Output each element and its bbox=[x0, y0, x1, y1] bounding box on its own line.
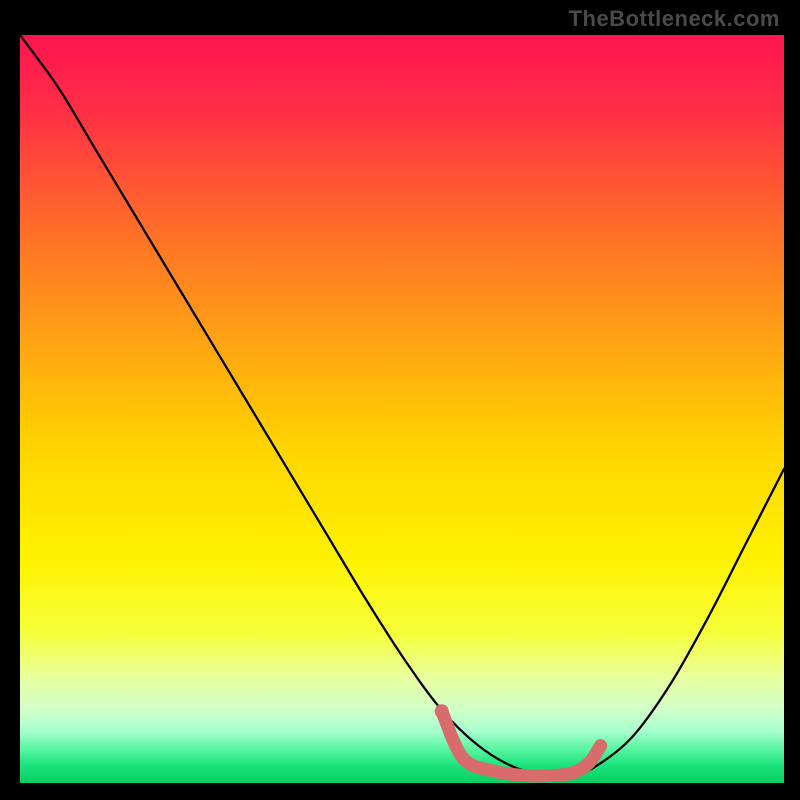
watermark-text: TheBottleneck.com bbox=[569, 6, 780, 32]
chart-svg bbox=[0, 0, 800, 800]
bottleneck-range-start-dot bbox=[435, 704, 449, 718]
chart-stage: TheBottleneck.com bbox=[0, 0, 800, 800]
plot-background bbox=[20, 35, 784, 783]
